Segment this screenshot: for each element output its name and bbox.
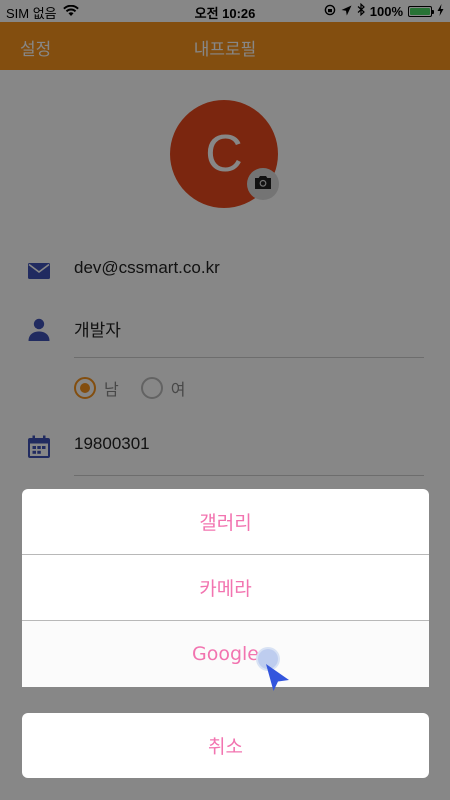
gallery-option[interactable]: 갤러리 bbox=[22, 489, 429, 555]
google-option[interactable]: Google bbox=[22, 621, 429, 687]
camera-option[interactable]: 카메라 bbox=[22, 555, 429, 621]
cancel-button[interactable]: 취소 bbox=[22, 713, 429, 778]
action-sheet: 갤러리 카메라 Google bbox=[22, 489, 429, 687]
cursor-icon bbox=[264, 662, 292, 698]
